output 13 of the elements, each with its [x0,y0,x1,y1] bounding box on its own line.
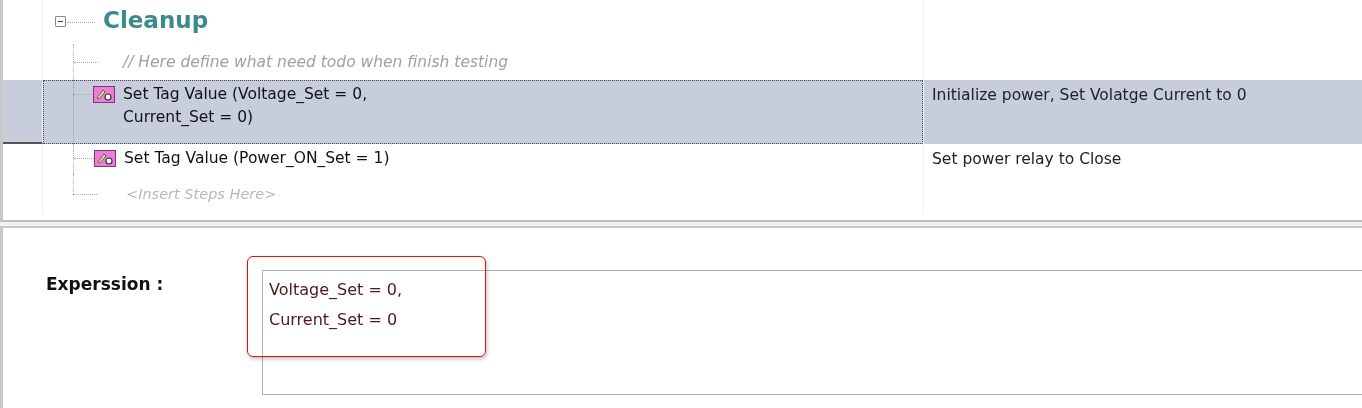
collapse-toggle[interactable] [55,15,66,27]
tag-value-icon [94,150,116,167]
step-description: Initialize power, Set Volatge Current to 0 [932,86,1247,104]
step-row[interactable]: Set Tag Value (Voltage_Set = 0, Current_Set = 0) Initialize power, Set Volatge Current to 0 [3,80,1362,144]
expression-label: Experssion : [46,274,165,296]
comment-text: // Here define what need todo when finish testing [123,53,509,71]
step-description: Set power relay to Close [932,150,1122,168]
step-label: Set Tag Value (Voltage_Set = 0, Current_Set = 0) [123,84,368,128]
expression-field[interactable]: Voltage_Set = 0, Current_Set = 0 [262,270,1362,395]
tag-value-icon [93,86,115,103]
group-title[interactable]: Cleanup [103,7,209,33]
step-label: Set Tag Value (Power_ON_Set = 1) [124,148,390,169]
step-row[interactable]: Set Tag Value (Power_ON_Set = 1) Set power relay to Close [3,144,1362,174]
